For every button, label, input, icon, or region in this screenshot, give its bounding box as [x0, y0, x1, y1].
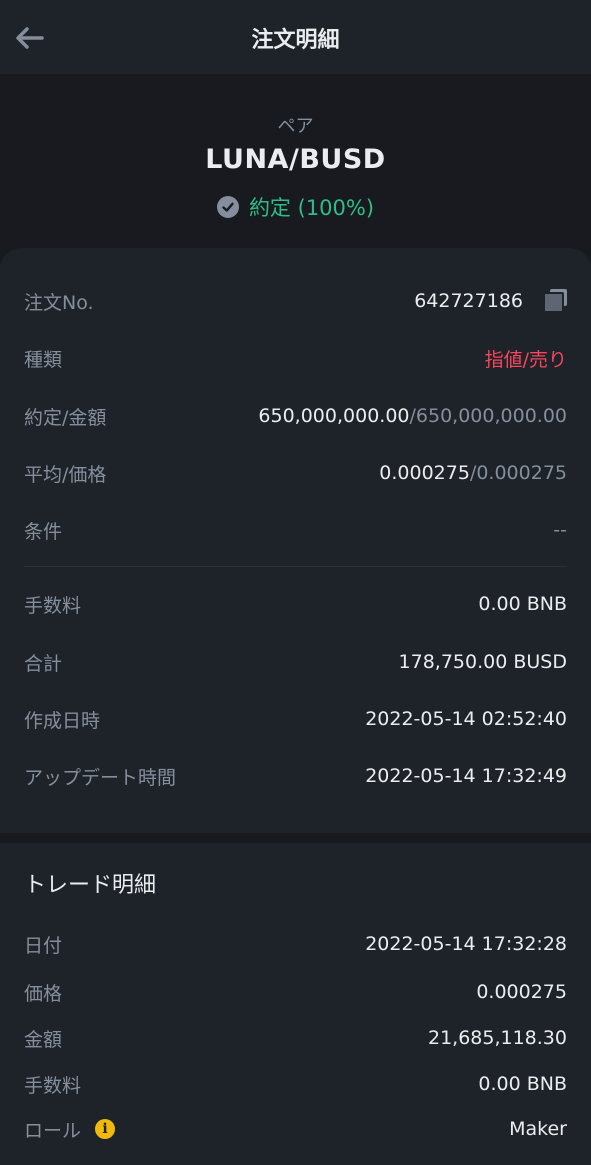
trade-price-row: 価格 0.000275 [24, 977, 567, 1007]
order-details-card: 注文No. 642727186 種類 指値/売り 約定/金額 650,000,0… [0, 248, 591, 833]
updated-label: アップデート時間 [24, 766, 177, 789]
total-value: 178,750.00 BUSD [398, 651, 567, 673]
avg-price: /0.000275 [469, 462, 567, 484]
filled-total: /650,000,000.00 [409, 405, 568, 427]
filled-value: 650,000,000.00 [258, 405, 410, 427]
created-row: 作成日時 2022-05-14 02:52:40 [24, 704, 567, 734]
order-no-row: 注文No. 642727186 [24, 286, 567, 316]
trade-details: トレード明細 日付 2022-05-14 17:32:28 価格 0.00027… [0, 843, 591, 1165]
updated-value: 2022-05-14 17:32:49 [365, 765, 567, 787]
trade-fee-value: 0.00 BNB [478, 1073, 567, 1095]
trade-date-row: 日付 2022-05-14 17:32:28 [24, 929, 567, 959]
condition-row: 条件 -- [24, 515, 567, 545]
order-summary: ペア LUNA/BUSD 約定 (100%) [0, 74, 591, 264]
order-no-value: 642727186 [414, 290, 523, 312]
app-header: 注文明細 [0, 0, 591, 75]
pair-label: ペア [277, 116, 314, 137]
trade-role-row: ロール i Maker [24, 1114, 567, 1144]
trade-role-label: ロール [24, 1119, 82, 1142]
trade-title: トレード明細 [24, 873, 157, 898]
status-text: 約定 [248, 196, 291, 220]
total-row: 合計 178,750.00 BUSD [24, 647, 567, 677]
updated-row: アップデート時間 2022-05-14 17:32:49 [24, 761, 567, 791]
trade-role-value: Maker [509, 1118, 567, 1140]
avg-value: 0.000275 [379, 462, 470, 484]
order-no-label: 注文No. [24, 291, 94, 314]
trade-price-label: 価格 [24, 982, 63, 1005]
avg-label: 平均/価格 [24, 463, 107, 486]
trade-amount-row: 金額 21,685,118.30 [24, 1023, 567, 1053]
trade-price-value: 0.000275 [476, 981, 567, 1003]
section-separator [0, 833, 591, 843]
type-row: 種類 指値/売り [24, 343, 567, 373]
filled-label: 約定/金額 [24, 406, 107, 429]
total-label: 合計 [24, 652, 63, 675]
cond-value: -- [553, 519, 567, 541]
created-value: 2022-05-14 02:52:40 [365, 708, 567, 730]
type-value: 指値/売り [484, 348, 567, 371]
trade-fee-label: 手数料 [24, 1074, 82, 1097]
trade-fee-row: 手数料 0.00 BNB [24, 1069, 567, 1099]
page-title: 注文明細 [251, 28, 340, 53]
trade-date-value: 2022-05-14 17:32:28 [365, 933, 567, 955]
trade-date-label: 日付 [24, 934, 63, 957]
filled-row: 約定/金額 650,000,000.00/650,000,000.00 [24, 401, 567, 431]
check-circle-icon [216, 196, 239, 218]
divider [24, 566, 567, 567]
copy-icon[interactable] [543, 289, 567, 313]
fee-value: 0.00 BNB [478, 593, 567, 615]
trade-amount-value: 21,685,118.30 [427, 1027, 567, 1049]
avg-price-row: 平均/価格 0.000275/0.000275 [24, 458, 567, 488]
status-percent: (100%) [297, 196, 375, 220]
fee-label: 手数料 [24, 594, 82, 617]
type-label: 種類 [24, 348, 63, 371]
info-icon[interactable]: i [95, 1119, 116, 1139]
order-status: 約定 (100%) [0, 192, 591, 222]
created-label: 作成日時 [24, 709, 101, 732]
fee-row: 手数料 0.00 BNB [24, 589, 567, 619]
trade-amount-label: 金額 [24, 1028, 63, 1051]
pair-symbol: LUNA/BUSD [205, 144, 386, 175]
cond-label: 条件 [24, 520, 63, 543]
